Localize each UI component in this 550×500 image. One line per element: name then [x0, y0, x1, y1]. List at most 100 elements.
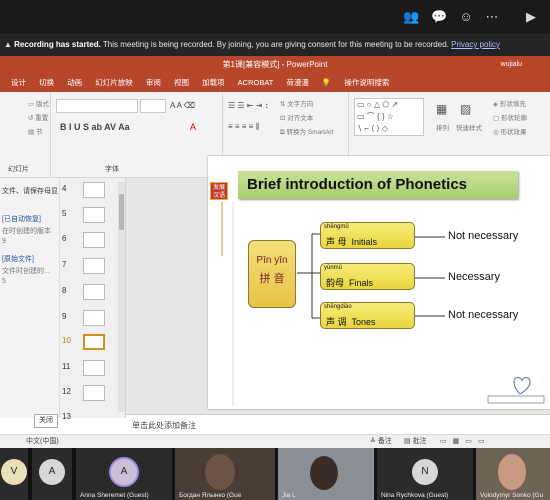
- tell-me-search[interactable]: 💡 操作说明搜索: [322, 78, 389, 87]
- thumbnail-number-selected: 10: [62, 336, 71, 345]
- shape-outline-button[interactable]: ▢ 形状轮廓: [493, 112, 527, 122]
- tab-acrobat[interactable]: ACROBAT: [238, 78, 274, 87]
- participant-strip: V A A Anna Sheremet (Guest) Богдан Ялынк…: [0, 448, 550, 500]
- font-format-buttons[interactable]: B I U S ab AV Aa: [60, 122, 130, 132]
- notes-toggle[interactable]: ≙ 备注: [370, 435, 392, 448]
- chat-icon[interactable]: 💬: [431, 9, 447, 25]
- participant-video-tile[interactable]: Jia L: [278, 448, 374, 500]
- participant-name: Богдан Ялынко (Gue: [179, 492, 242, 499]
- tab-animations[interactable]: 动画: [67, 78, 82, 87]
- slide-thumbnail[interactable]: [83, 360, 105, 376]
- slide-thumbnail[interactable]: [83, 258, 105, 274]
- scrollbar-thumb[interactable]: [119, 194, 124, 230]
- tab-review[interactable]: 审阅: [146, 78, 161, 87]
- participant-tile[interactable]: N Nina Rychkova (Guest): [377, 448, 473, 500]
- align-buttons[interactable]: ≡ ≡ ≡ ≡ ⫼: [228, 122, 259, 132]
- phonetic-item-finals: yùnmǔ 韵母 Finals: [320, 263, 415, 290]
- shape-fill-button[interactable]: ◈ 形状填充: [493, 98, 526, 108]
- slide-thumbnail[interactable]: [83, 385, 105, 401]
- avatar: A: [111, 459, 137, 485]
- text-direction-button[interactable]: ⇅ 文字方向: [280, 98, 313, 108]
- privacy-link[interactable]: Privacy policy: [451, 40, 500, 49]
- camera-icon[interactable]: ▶: [523, 9, 539, 25]
- close-recovery-button[interactable]: 关闭: [34, 414, 58, 428]
- font-name-select[interactable]: [56, 99, 138, 113]
- tab-transitions[interactable]: 切换: [39, 78, 54, 87]
- video-person: [205, 454, 235, 490]
- thumbnail-number: 8: [62, 286, 67, 295]
- ribbon-tabs: 设计 切换 动画 幻灯片放映 审阅 视图 加载项 ACROBAT 荷漫漫 💡 操…: [0, 74, 550, 92]
- recovery-line-6: 文件时创建的...: [2, 268, 50, 275]
- thumbnail-number: 11: [62, 362, 71, 371]
- item-hanzi: 声 调: [326, 317, 347, 327]
- notes-pane[interactable]: 单击此处添加备注: [126, 414, 550, 436]
- video-person: [498, 454, 526, 490]
- align-text-button[interactable]: ⊡ 对齐文本: [280, 112, 313, 122]
- item-hanzi: 声 母: [326, 237, 347, 247]
- more-icon[interactable]: ⋯: [484, 9, 500, 25]
- slide-thumbnail[interactable]: [83, 232, 105, 248]
- language-status[interactable]: 中文(中国): [26, 435, 59, 448]
- shapes-gallery[interactable]: ▭ ○ △ ⬠ ↗ ▭ ⌒ { } ☆ ∖ ⌐ ⟨ ⟩ ◇: [354, 98, 424, 136]
- font-color-button[interactable]: A: [190, 122, 196, 132]
- quick-styles-label[interactable]: 快速样式: [456, 122, 482, 132]
- tab-design[interactable]: 设计: [11, 78, 26, 87]
- slide-thumbnail[interactable]: [83, 284, 105, 300]
- react-icon[interactable]: ☺: [458, 9, 474, 25]
- phonetic-item-initials: shēngmǔ 声 母 Initials: [320, 222, 415, 249]
- tab-slideshow[interactable]: 幻灯片放映: [95, 78, 133, 87]
- arrange-icon[interactable]: ▦: [436, 102, 447, 116]
- ppt-title: 第1课[兼容模式] - PowerPoint: [222, 60, 328, 69]
- logo-bottom-text: 汉语: [212, 193, 225, 199]
- slide-thumbnail[interactable]: [83, 207, 105, 223]
- document-recovery-panel: 文件、请保存母显 [已自动恢复] 在时创建的版本 9 [原始文件] 文件时创建的…: [0, 178, 60, 428]
- people-icon[interactable]: 👥: [403, 9, 419, 25]
- slide-title: Brief introduction of Phonetics: [238, 171, 518, 199]
- slide-thumbnail-selected[interactable]: [83, 334, 105, 350]
- participant-video-tile[interactable]: Богдан Ялынко (Gue: [175, 448, 275, 500]
- shape-effects-button[interactable]: ◎ 形状效果: [493, 126, 526, 136]
- thumbnail-number: 6: [62, 234, 67, 243]
- shape-fill-label: 形状填充: [499, 101, 526, 108]
- tab-view[interactable]: 视图: [174, 78, 189, 87]
- participant-tile[interactable]: A Anna Sheremet (Guest): [76, 448, 172, 500]
- heart-icon: [513, 376, 531, 395]
- section-button[interactable]: ▤ 节: [28, 126, 42, 136]
- recovery-line-7: 5: [2, 278, 6, 285]
- font-size-select[interactable]: [140, 99, 166, 113]
- tab-addins[interactable]: 加载项: [202, 78, 225, 87]
- slide-thumbnail[interactable]: [83, 182, 105, 198]
- recovery-line-5[interactable]: [原始文件]: [2, 254, 34, 264]
- section-label: 节: [35, 129, 43, 136]
- comments-toggle[interactable]: ▤ 批注: [404, 435, 427, 448]
- shape-effects-label: 形状效果: [500, 129, 527, 136]
- phonetic-item-tones: shēngdiào 声 调 Tones: [320, 302, 415, 329]
- font-size-buttons[interactable]: A A ⌫: [170, 101, 195, 110]
- logo-top-text: 发展: [212, 185, 225, 191]
- list-buttons[interactable]: ☰ ☰ ⇤ ⇥ ↕: [228, 101, 269, 110]
- recovery-line-4: 9: [2, 238, 6, 245]
- arrange-label[interactable]: 排列: [436, 122, 449, 132]
- smartart-button[interactable]: ⧉ 转换为 SmartArt: [280, 126, 333, 137]
- quick-styles-icon[interactable]: ▨: [460, 102, 471, 116]
- item-english: Initials: [351, 237, 378, 247]
- item-pinyin: yùnmǔ: [324, 265, 343, 271]
- font-group-label: 字体: [105, 166, 119, 173]
- recovery-line-2[interactable]: [已自动恢复]: [2, 214, 41, 224]
- slides-group-label: 幻灯片: [8, 166, 29, 173]
- layout-button[interactable]: ▭ 版式: [28, 98, 49, 108]
- participant-tile[interactable]: A: [32, 448, 72, 500]
- recording-title: Recording has started.: [14, 40, 101, 49]
- tab-custom[interactable]: 荷漫漫: [286, 78, 309, 87]
- reset-button[interactable]: ↺ 重置: [28, 112, 48, 122]
- participant-video-tile[interactable]: Volodymyr Sonko (Gu: [476, 448, 550, 500]
- ppt-title-bar: 第1课[兼容模式] - PowerPoint wujialu: [0, 56, 550, 74]
- participant-name: Jia L: [282, 492, 296, 499]
- slide[interactable]: 发展 汉语 Brief introduction of Phonetics Pī…: [208, 156, 550, 409]
- participant-name: Nina Rychkova (Guest): [381, 492, 449, 499]
- view-buttons[interactable]: ▭▦▭▭: [440, 435, 490, 448]
- participant-tile[interactable]: V: [0, 448, 28, 500]
- recording-text: This meeting is being recorded. By joini…: [102, 40, 449, 49]
- info-icon: ▲: [4, 40, 15, 49]
- slide-thumbnail[interactable]: [83, 310, 105, 326]
